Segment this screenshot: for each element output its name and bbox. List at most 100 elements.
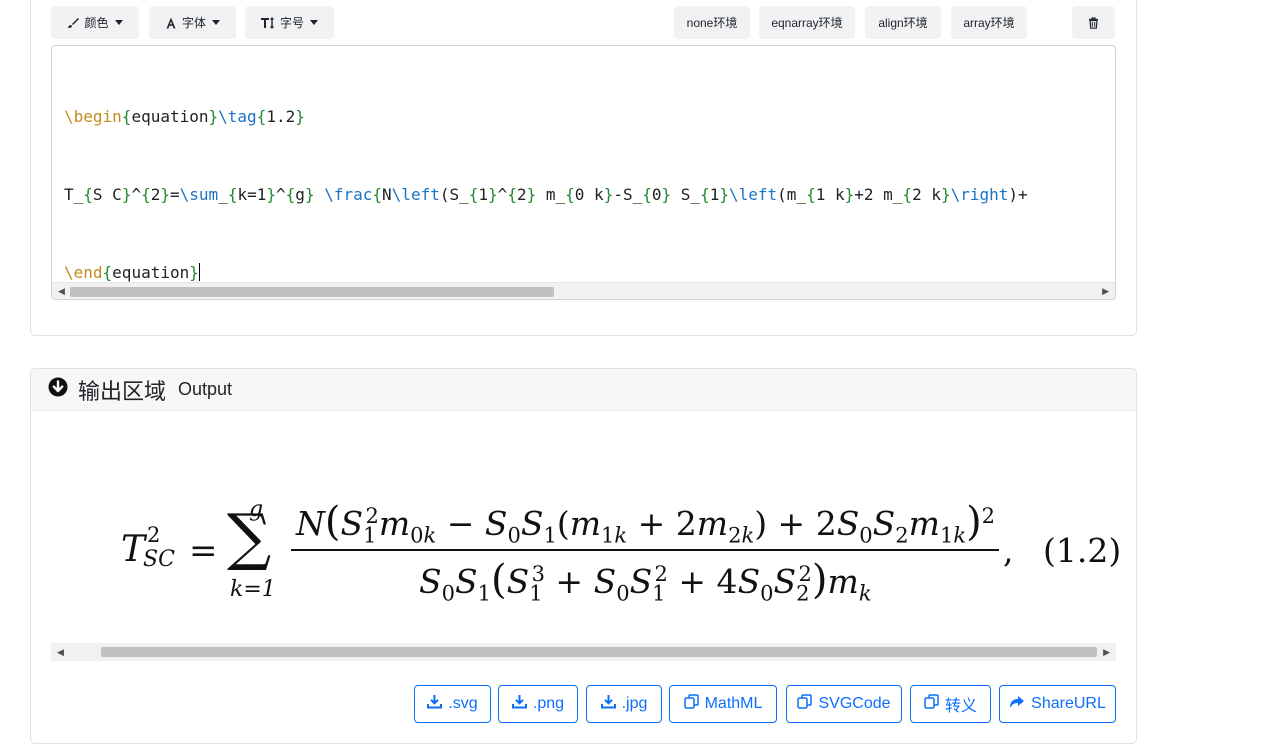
output-title: 输出区域 [78, 378, 167, 404]
copy-mathml-button[interactable]: MathML [669, 685, 777, 723]
code-token: } [844, 185, 855, 204]
code-token: (S_ [439, 185, 469, 204]
code-token: { [83, 185, 93, 204]
code-token: k=1 [237, 185, 267, 204]
scroll-right-icon[interactable]: ▶ [1102, 286, 1109, 296]
align-env-button[interactable]: align环境 [865, 6, 941, 39]
code-token: 2 k [912, 185, 941, 204]
code-token: { [468, 185, 479, 204]
chevron-down-icon [212, 20, 220, 25]
color-dropdown-button[interactable]: 颜色 [51, 6, 139, 39]
download-svg-label: .svg [448, 695, 478, 712]
copy-icon [924, 694, 939, 714]
code-token: } [661, 185, 672, 204]
font-label: 字体 [181, 16, 206, 30]
output-header: 输出区域 Output [31, 369, 1136, 411]
code-token: S_ [671, 185, 701, 204]
eq-denominator: S0S1(S13 + S0S12 + 4S0S22)mk [419, 557, 872, 606]
copy-escaped-button[interactable]: 转义 [910, 685, 991, 723]
download-png-label: .png [532, 695, 565, 712]
font-size-label: 字号 [279, 16, 304, 30]
code-token: } [266, 185, 277, 204]
share-url-button[interactable]: ShareURL [999, 685, 1116, 723]
download-svg-button[interactable]: .svg [414, 685, 491, 723]
editor-scroll-thumb[interactable] [70, 287, 554, 297]
color-label: 颜色 [84, 16, 109, 30]
code-token: \right [950, 185, 1009, 204]
code-token: )+ [1008, 185, 1028, 204]
code-token: } [208, 107, 219, 126]
code-token: \left [391, 185, 440, 204]
copy-svgcode-button[interactable]: SVGCode [786, 685, 902, 723]
code-token: -S_ [613, 185, 643, 204]
font-dropdown-button[interactable]: 字体 [149, 6, 236, 39]
code-token: equation [112, 263, 190, 282]
code-line-1: \begin{equation}\tag{1.2} [64, 104, 1115, 130]
download-jpg-label: .jpg [621, 695, 648, 712]
scroll-left-icon[interactable]: ◀ [57, 647, 64, 657]
copy-mathml-label: MathML [704, 695, 763, 712]
eqnarray-env-button[interactable]: eqnarray环境 [759, 6, 855, 39]
output-scroll-thumb[interactable] [101, 647, 1097, 657]
code-token: ^ [131, 185, 142, 204]
code-token: } [189, 263, 199, 282]
share-url-label: ShareURL [1031, 695, 1106, 712]
download-jpg-button[interactable]: .jpg [586, 685, 662, 723]
code-token: ^ [497, 185, 508, 204]
code-token: = [170, 185, 180, 204]
code-token: \sum [179, 185, 219, 204]
download-icon [511, 694, 527, 714]
code-token: 2 [150, 185, 161, 204]
output-card: 输出区域 Output T 2 SC = g ∑ k=1 N(S12m0k − … [30, 368, 1137, 744]
latex-code-editor[interactable]: \begin{equation}\tag{1.2} T_{S C}^{2}=\s… [51, 45, 1116, 300]
copy-svgcode-label: SVGCode [818, 695, 891, 712]
code-token: 0 k [574, 185, 604, 204]
code-token: \tag [218, 107, 257, 126]
code-token: \left [728, 185, 778, 204]
scroll-right-icon[interactable]: ▶ [1103, 647, 1110, 657]
none-env-button[interactable]: none环境 [674, 6, 750, 39]
code-token: } [603, 185, 614, 204]
code-token: { [642, 185, 652, 204]
code-token: } [940, 185, 951, 204]
code-token: _ [218, 185, 228, 204]
text-cursor [198, 263, 200, 281]
brush-icon [67, 17, 80, 29]
code-token: \end [64, 263, 103, 282]
font-icon [165, 17, 177, 29]
code-token: { [141, 185, 151, 204]
code-token: } [526, 185, 537, 204]
eq-lhs-sub: SC [143, 547, 175, 572]
eq-lhs-base: T [121, 529, 146, 570]
eq-equals: = [189, 531, 218, 571]
array-env-button[interactable]: array环境 [951, 6, 1027, 39]
download-png-button[interactable]: .png [498, 685, 578, 723]
font-size-dropdown-button[interactable]: 字号 [245, 6, 334, 39]
rendered-equation: T 2 SC = g ∑ k=1 N(S12m0k − S0S1(m1k + 2… [31, 411, 1136, 643]
code-token: 2 [516, 185, 527, 204]
code-token: T_ [64, 185, 84, 204]
copy-icon [683, 694, 699, 714]
editor-horizontal-scrollbar[interactable]: ◀ ▶ [52, 282, 1115, 299]
code-token: N [382, 185, 392, 204]
code-token: 1 [478, 185, 489, 204]
code-token: g [295, 185, 305, 204]
code-token: ^ [276, 185, 286, 204]
eq-sum-symbol: ∑ [227, 500, 272, 573]
circle-arrow-down-icon [48, 377, 68, 402]
code-token: S C [92, 185, 122, 204]
output-horizontal-scrollbar[interactable]: ◀ ▶ [51, 643, 1116, 661]
output-subtitle: Output [178, 379, 233, 399]
code-token: \frac [324, 185, 373, 204]
clear-button[interactable] [1072, 6, 1115, 39]
code-token: +2 m_ [854, 185, 903, 204]
text-height-icon [260, 16, 275, 29]
code-token: m_ [536, 185, 566, 204]
code-token: } [719, 185, 729, 204]
eq-tag: (1.2) [1043, 531, 1122, 570]
scroll-left-icon[interactable]: ◀ [58, 286, 65, 296]
eq-numerator: N(S12m0k − S0S1(m1k + 2m2k) + 2S0S2m1k)2 [296, 499, 996, 548]
trash-icon [1088, 16, 1099, 29]
code-token: } [121, 185, 132, 204]
